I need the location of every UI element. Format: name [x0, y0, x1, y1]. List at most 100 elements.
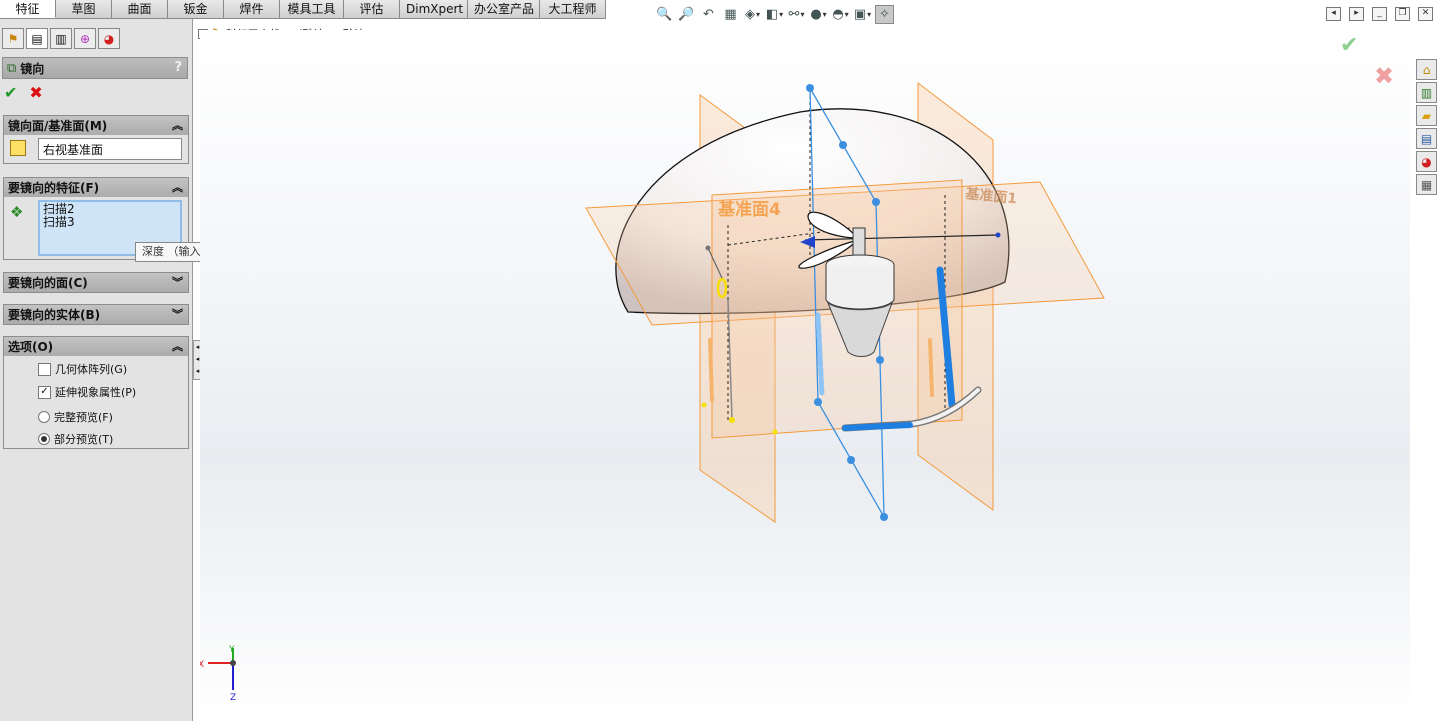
- profile-point: [705, 245, 711, 251]
- view-orientation-icon[interactable]: ◈: [743, 5, 762, 24]
- tab-dimxpert[interactable]: DimXpert: [400, 0, 468, 18]
- command-manager-tabs: 特征 草图 曲面 钣金 焊件 模具工具 评估 DimXpert 办公室产品 大工…: [0, 0, 606, 19]
- group-title: 要镜向的面(C): [8, 276, 88, 290]
- geometry-pattern-checkbox[interactable]: [38, 362, 51, 376]
- tab-office-products[interactable]: 办公室产品: [468, 0, 540, 18]
- configuration-manager-tab-icon[interactable]: ▥: [50, 28, 72, 49]
- apply-scene-icon[interactable]: ◓: [831, 5, 850, 24]
- full-preview-option[interactable]: 完整预览(F): [38, 409, 113, 425]
- display-manager-tab-icon[interactable]: ◕: [98, 28, 120, 49]
- options-group: 选项(O) ︽ 几何体阵列(G) ✓ 延伸视象属性(P) 完整预览(F) 部分预…: [3, 336, 189, 449]
- collapse-chevron-icon[interactable]: ︽: [172, 338, 183, 354]
- manager-tabs: ⚑ ▤ ▥ ⊕ ◕: [2, 28, 120, 49]
- tab-features[interactable]: 特征: [0, 0, 56, 18]
- features-to-mirror-header[interactable]: 要镜向的特征(F) ︽: [4, 178, 188, 197]
- cancel-x-icon[interactable]: ✖: [29, 83, 42, 102]
- arm-bottom-blue[interactable]: [842, 422, 913, 431]
- tab-evaluate[interactable]: 评估: [344, 0, 400, 18]
- display-style-icon[interactable]: ◧: [765, 5, 784, 24]
- minimize-icon[interactable]: _: [1372, 7, 1387, 21]
- expand-chevron-icon[interactable]: ︾: [172, 306, 183, 322]
- help-button[interactable]: ?: [174, 60, 182, 75]
- heads-up-toolbar: 🔍 🔎 ↶ ▦ ◈ ◧ ⚯ ● ◓ ▣ ✧: [655, 3, 894, 25]
- partial-preview-radio[interactable]: [38, 433, 50, 445]
- zoom-area-icon[interactable]: 🔎: [677, 5, 696, 24]
- previous-view-icon[interactable]: ↶: [699, 5, 718, 24]
- collapse-chevron-icon[interactable]: ︽: [172, 117, 183, 133]
- appearances-icon[interactable]: ◕: [1416, 151, 1437, 172]
- plane4-label: 基准面4: [717, 199, 781, 220]
- faces-to-mirror-header[interactable]: 要镜向的面(C) ︾: [4, 273, 188, 292]
- triad-z-label: Z: [230, 693, 236, 703]
- design-library-icon[interactable]: ▥: [1416, 82, 1437, 103]
- mirror-plane-group: 镜向面/基准面(M) ︽ 右视基准面: [3, 115, 189, 164]
- custom-properties-icon[interactable]: ▦: [1416, 174, 1437, 195]
- group-title: 选项(O): [8, 340, 54, 354]
- option-label: 几何体阵列(G): [55, 363, 128, 376]
- collapse-chevron-icon[interactable]: ︽: [172, 179, 183, 195]
- tab-sheet-metal[interactable]: 钣金: [168, 0, 224, 18]
- propagate-visual-checkbox[interactable]: ✓: [38, 385, 51, 399]
- axis-endpoint: [995, 232, 1001, 238]
- property-manager-panel: ⚑ ▤ ▥ ⊕ ◕ ⧉ 镜向 ? ✔ ✖ 镜向面/基准面(M) ︽ 右视基准面 …: [0, 19, 193, 721]
- bodies-to-mirror-header[interactable]: 要镜向的实体(B) ︾: [4, 305, 188, 324]
- window-controls: ◂ ▸ _ ❐ ✕: [1326, 7, 1433, 21]
- bodies-to-mirror-group: 要镜向的实体(B) ︾: [3, 304, 189, 325]
- group-title: 要镜向的实体(B): [8, 308, 101, 322]
- list-item[interactable]: 扫描3: [43, 216, 177, 229]
- feature-selection-icon: ❖: [10, 203, 24, 221]
- page-title: 镜向: [20, 61, 45, 76]
- file-explorer-icon[interactable]: ▰: [1416, 105, 1437, 126]
- section-view-icon[interactable]: ▦: [721, 5, 740, 24]
- triad-y-label: Y: [228, 645, 235, 655]
- property-manager-title-bar: ⧉ 镜向 ?: [2, 57, 188, 79]
- edit-appearance-icon[interactable]: ●: [809, 5, 828, 24]
- partial-preview-option[interactable]: 部分预览(T): [38, 431, 113, 447]
- task-pane-tabs: ⌂ ▥ ▰ ▤ ◕ ▦: [1416, 59, 1439, 197]
- home-icon[interactable]: ⌂: [1416, 59, 1437, 80]
- confirm-actions: ✔ ✖: [4, 83, 43, 102]
- expand-chevron-icon[interactable]: ︾: [172, 274, 183, 290]
- tab-sketch[interactable]: 草图: [56, 0, 112, 18]
- option-label: 延伸视象属性(P): [55, 386, 137, 399]
- realview-icon[interactable]: ✧: [875, 4, 894, 24]
- feature-manager-tab-icon[interactable]: ⚑: [2, 28, 24, 49]
- geometry-pattern-option[interactable]: 几何体阵列(G): [38, 361, 127, 377]
- ok-check-icon[interactable]: ✔: [4, 83, 17, 102]
- propeller-hub[interactable]: [852, 227, 866, 259]
- arm-right-preview[interactable]: [928, 338, 934, 397]
- option-label: 完整预览(F): [54, 411, 113, 424]
- arm-left-preview[interactable]: [708, 338, 714, 402]
- propagate-visual-option[interactable]: ✓ 延伸视象属性(P): [38, 384, 136, 400]
- zoom-fit-icon[interactable]: 🔍: [655, 5, 674, 24]
- full-preview-radio[interactable]: [38, 411, 50, 423]
- restore-left-icon[interactable]: ◂: [1326, 7, 1341, 21]
- tab-surfaces[interactable]: 曲面: [112, 0, 168, 18]
- option-label: 部分预览(T): [54, 433, 114, 446]
- view-settings-icon[interactable]: ▣: [853, 5, 872, 24]
- mirror-feature-icon: ⧉: [7, 60, 17, 76]
- view-palette-icon[interactable]: ▤: [1416, 128, 1437, 149]
- maximize-icon[interactable]: ❐: [1395, 7, 1410, 21]
- mirror-plane-field[interactable]: 右视基准面: [38, 138, 182, 160]
- group-title: 镜向面/基准面(M): [8, 119, 108, 133]
- graphics-viewport[interactable]: 基准面4 基准面1 X Y Z: [200, 30, 1410, 720]
- confirmation-corner-cancel-icon[interactable]: ✖: [1374, 62, 1394, 90]
- confirmation-corner-ok-icon[interactable]: ✔: [1340, 33, 1358, 58]
- dimxpert-manager-tab-icon[interactable]: ⊕: [74, 28, 96, 49]
- motor-cylinder[interactable]: [825, 265, 895, 310]
- marker-point: [729, 417, 735, 423]
- marker-point: [701, 402, 707, 408]
- close-icon[interactable]: ✕: [1418, 7, 1433, 21]
- hide-show-icon[interactable]: ⚯: [787, 5, 806, 24]
- triad-x-label: X: [200, 660, 204, 670]
- marker-point: [772, 429, 778, 435]
- faces-to-mirror-group: 要镜向的面(C) ︾: [3, 272, 189, 293]
- tab-mold-tools[interactable]: 模具工具: [280, 0, 344, 18]
- options-header[interactable]: 选项(O) ︽: [4, 337, 188, 356]
- tab-weldments[interactable]: 焊件: [224, 0, 280, 18]
- restore-right-icon[interactable]: ▸: [1349, 7, 1364, 21]
- tab-engineer[interactable]: 大工程师: [540, 0, 606, 18]
- property-manager-tab-icon[interactable]: ▤: [26, 28, 48, 49]
- mirror-plane-header[interactable]: 镜向面/基准面(M) ︽: [4, 116, 188, 135]
